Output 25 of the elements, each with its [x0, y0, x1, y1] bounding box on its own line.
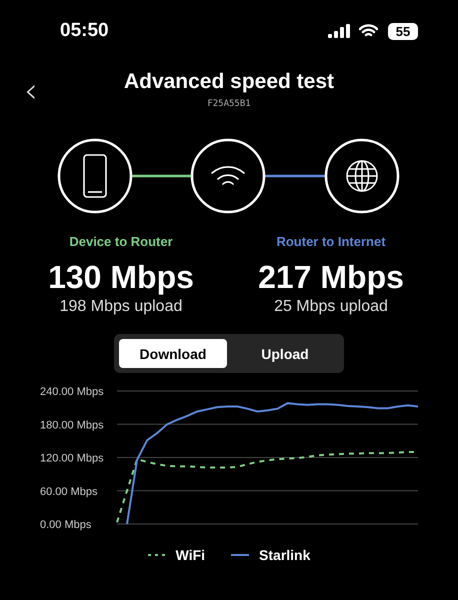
- link-label: Device to Router: [69, 234, 173, 249]
- axis-label: 240.00 Mbps: [40, 386, 104, 398]
- download-speed: 130 Mbps: [48, 259, 194, 296]
- wifi-icon: [359, 24, 378, 38]
- download-speed: 217 Mbps: [258, 259, 404, 296]
- battery-level: 55: [388, 22, 418, 40]
- page-title: Advanced speed test: [124, 69, 334, 94]
- wifi-icon: [211, 166, 245, 185]
- chart-tab[interactable]: Download: [119, 339, 227, 368]
- legend-label: WiFi: [176, 547, 206, 563]
- signal-icon: [328, 24, 350, 38]
- legend-label: Starlink: [259, 547, 310, 563]
- axis-label: 180.00 Mbps: [40, 419, 104, 432]
- link-label: Router to Internet: [276, 234, 386, 249]
- phone-icon: [83, 154, 107, 198]
- serial-number: F25A55B1: [206, 99, 252, 109]
- axis-label: 0.00 Mbps: [40, 519, 92, 531]
- upload-speed: 198 Mbps upload: [60, 298, 182, 316]
- chart-tab[interactable]: Upload: [231, 339, 339, 368]
- axis-label: 60.00 Mbps: [40, 486, 98, 498]
- back-button[interactable]: ‹: [24, 74, 38, 108]
- axis-label: 120.00 Mbps: [40, 452, 104, 464]
- globe-icon: [346, 160, 378, 192]
- upload-speed: 25 Mbps upload: [274, 298, 388, 316]
- clock-time: 05:50: [60, 20, 110, 42]
